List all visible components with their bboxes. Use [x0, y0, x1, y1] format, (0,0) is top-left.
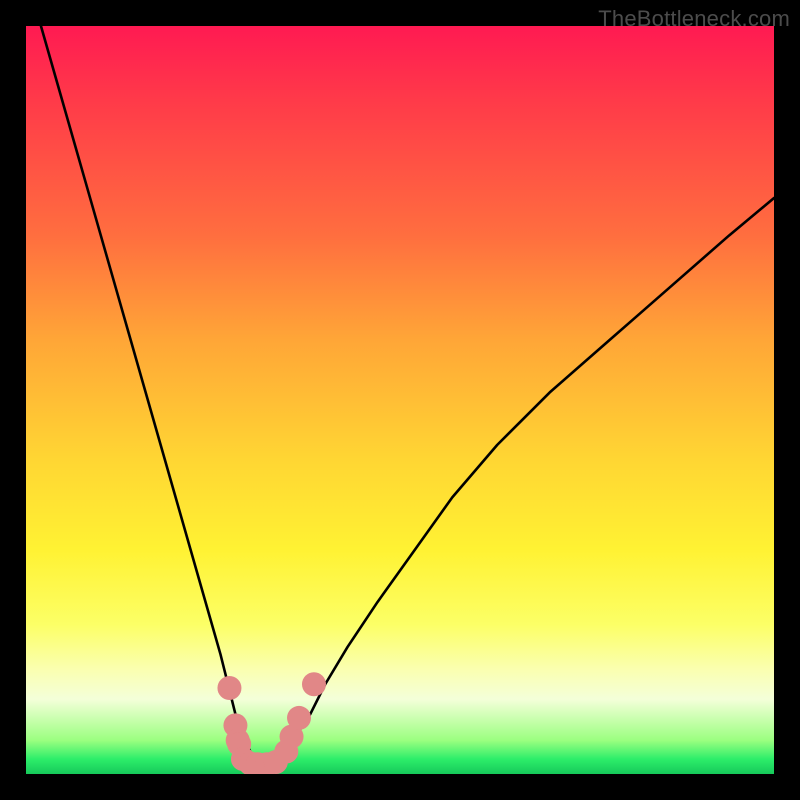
- curve-line: [41, 26, 774, 767]
- data-point: [287, 706, 311, 730]
- data-markers: [217, 672, 326, 774]
- chart-plot-area: [26, 26, 774, 774]
- data-point: [217, 676, 241, 700]
- data-point: [302, 672, 326, 696]
- chart-svg: [26, 26, 774, 774]
- bottleneck-curve: [41, 26, 774, 767]
- watermark-text: TheBottleneck.com: [598, 6, 790, 32]
- chart-frame: TheBottleneck.com: [0, 0, 800, 800]
